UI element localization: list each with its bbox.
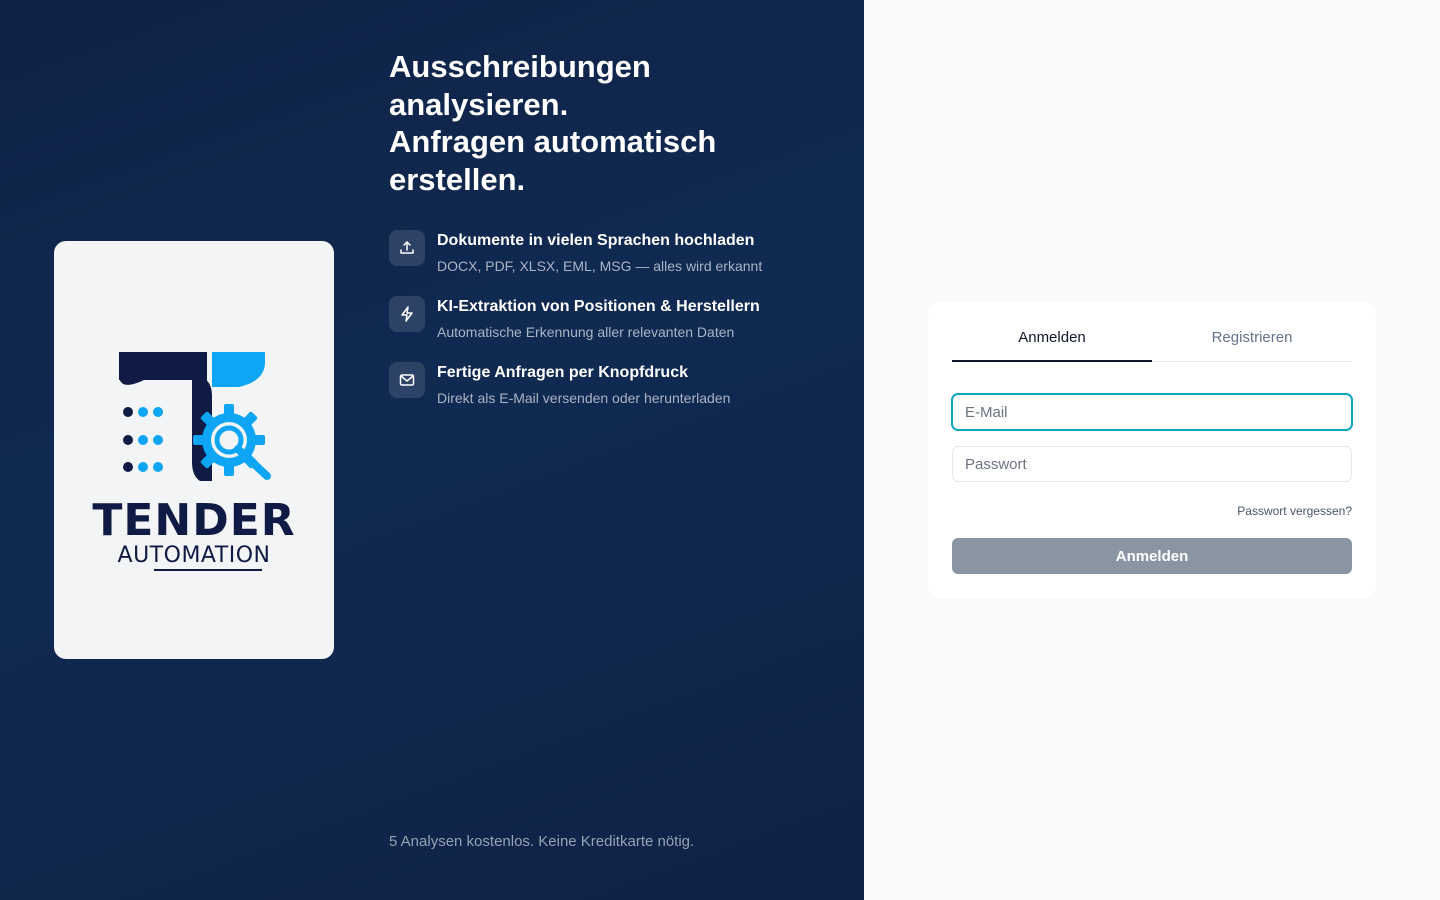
email-field[interactable] — [952, 394, 1352, 430]
feature-title: KI-Extraktion von Positionen & Herstelle… — [437, 298, 760, 315]
hero-panel: TENDER AUTOMATION Ausschreibungen analys… — [0, 0, 864, 900]
auth-tabs: Anmelden Registrieren — [952, 320, 1352, 362]
feature-item-extraction: KI-Extraktion von Positionen & Herstelle… — [389, 296, 849, 362]
feature-desc: Direkt als E-Mail versenden oder herunte… — [437, 390, 731, 406]
feature-desc: Automatische Erkennung aller relevanten … — [437, 324, 735, 340]
headline-line: analysieren. — [389, 86, 569, 122]
headline-line: Ausschreibungen — [389, 49, 651, 84]
logo-wordmark-sub: AUTOMATION — [117, 543, 271, 568]
login-card: Anmelden Registrieren Passwort vergessen… — [928, 302, 1376, 598]
free-trial-note: 5 Analysen kostenlos. Keine Kreditkarte … — [389, 833, 695, 850]
upload-icon — [389, 230, 425, 266]
feature-item-requests: Fertige Anfragen per Knopfdruck Direkt a… — [389, 362, 849, 428]
feature-title: Dokumente in vielen Sprachen hochladen — [437, 232, 755, 249]
headline-line: Anfragen automatisch — [389, 124, 717, 159]
mail-icon — [389, 362, 425, 398]
tab-register[interactable]: Registrieren — [1152, 320, 1352, 362]
lightning-icon — [389, 296, 425, 332]
feature-title: Fertige Anfragen per Knopfdruck — [437, 364, 688, 381]
tab-login[interactable]: Anmelden — [952, 320, 1152, 362]
logo-card: TENDER AUTOMATION — [54, 241, 334, 659]
feature-desc: DOCX, PDF, XLSX, EML, MSG — alles wird e… — [437, 258, 763, 274]
logo-wordmark-main: TENDER — [92, 495, 296, 546]
logo-underline — [154, 569, 262, 571]
headline-line: erstellen. — [389, 161, 526, 197]
hero-headline: Ausschreibungen analysieren. Anfragen au… — [389, 48, 829, 198]
password-field[interactable] — [952, 446, 1352, 482]
tender-automation-logo-icon — [119, 352, 271, 481]
feature-item-upload: Dokumente in vielen Sprachen hochladen D… — [389, 230, 849, 296]
forgot-password-link[interactable]: Passwort vergessen? — [1237, 504, 1352, 518]
login-button[interactable]: Anmelden — [952, 538, 1352, 574]
feature-list: Dokumente in vielen Sprachen hochladen D… — [389, 230, 849, 428]
